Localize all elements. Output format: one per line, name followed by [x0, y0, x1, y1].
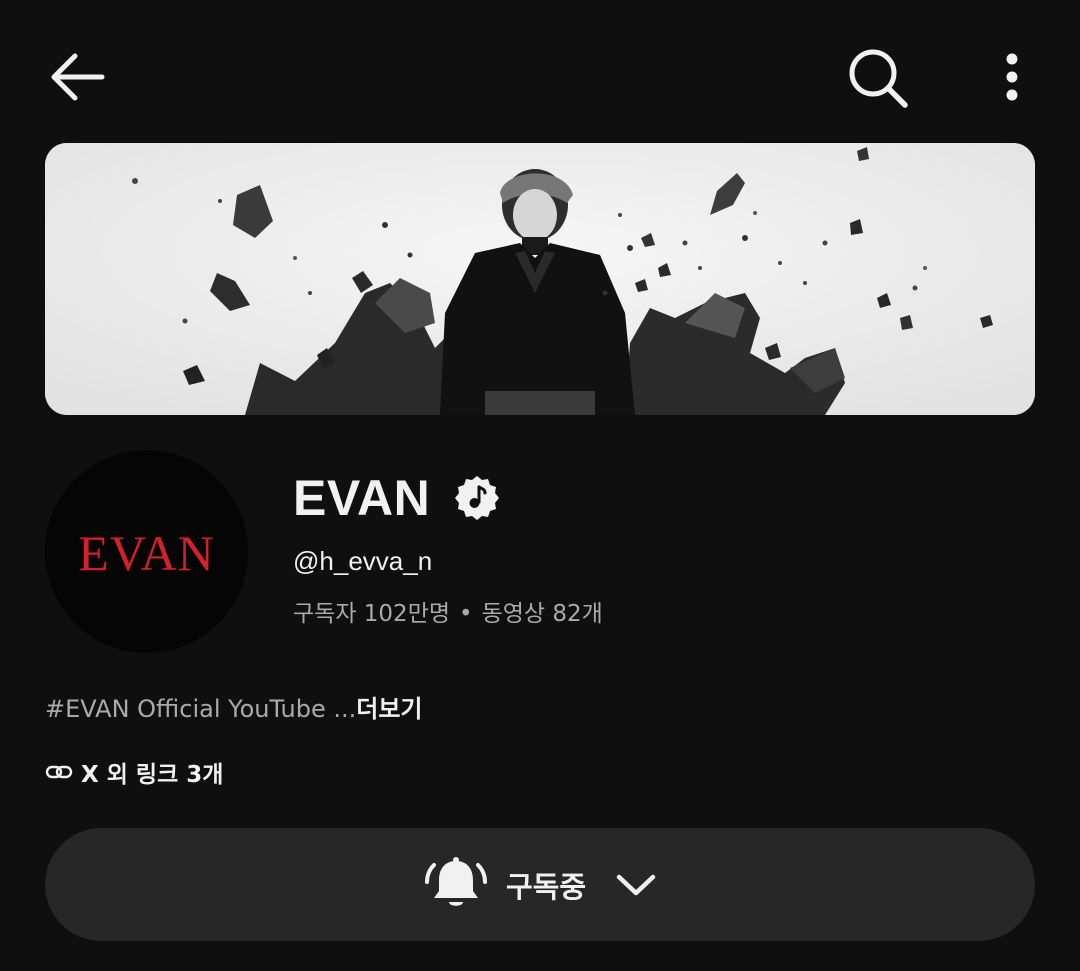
channel-name: EVAN: [293, 470, 431, 526]
avatar-logo: EVAN: [78, 524, 215, 581]
description-text: #EVAN Official YouTube ...: [45, 695, 357, 723]
more-vertical-icon: [1006, 53, 1018, 101]
channel-links[interactable]: X 외 링크 3개: [45, 755, 223, 789]
channel-description[interactable]: #EVAN Official YouTube ...더보기: [45, 689, 422, 724]
links-label: X 외 링크 3개: [81, 762, 224, 788]
separator-dot: •: [459, 601, 473, 627]
channel-name-row: EVAN: [293, 467, 502, 529]
channel-banner[interactable]: [45, 143, 1035, 415]
channel-avatar[interactable]: EVAN: [45, 450, 248, 653]
channel-stats: 구독자 102만명 • 동영상 82개: [293, 594, 603, 628]
arrow-left-icon: [51, 53, 105, 101]
channel-handle: @h_evva_n: [293, 546, 433, 576]
back-button[interactable]: [40, 42, 116, 112]
subscriber-count: 구독자 102만명: [293, 601, 451, 627]
bell-icon: [424, 855, 488, 915]
more-options-button[interactable]: [982, 42, 1042, 112]
more-link[interactable]: 더보기: [356, 695, 422, 723]
subscribed-label: 구독중: [505, 869, 587, 904]
link-icon: [45, 764, 73, 780]
chevron-down-icon: [616, 873, 656, 897]
search-icon: [849, 49, 908, 108]
search-button[interactable]: [838, 38, 918, 118]
music-note-badge-icon: [452, 473, 502, 523]
banner-image: [45, 143, 1035, 415]
subscribed-button[interactable]: 구독중: [45, 828, 1035, 941]
top-bar: [0, 0, 1080, 150]
video-count: 동영상 82개: [481, 601, 603, 627]
